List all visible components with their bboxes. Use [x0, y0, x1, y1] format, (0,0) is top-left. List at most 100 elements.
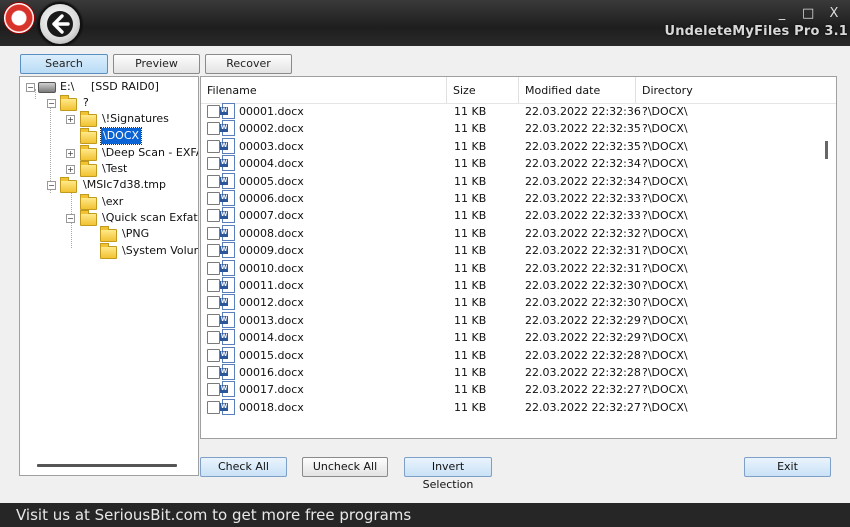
- row-checkbox[interactable]: [207, 192, 220, 205]
- word-doc-icon: [220, 224, 235, 241]
- row-checkbox[interactable]: [207, 348, 220, 362]
- column-header-directory[interactable]: Directory: [636, 77, 836, 103]
- tree-item-label: \!Signatures: [102, 112, 169, 125]
- row-checkbox[interactable]: [207, 139, 220, 153]
- word-doc-icon: [220, 311, 235, 328]
- word-doc-icon: [220, 398, 235, 415]
- row-checkbox[interactable]: [207, 244, 220, 258]
- collapse-icon[interactable]: −: [47, 181, 56, 190]
- expand-icon[interactable]: +: [66, 165, 75, 174]
- cell-filename: 00011.docx: [239, 279, 304, 292]
- check-all-button[interactable]: Check All: [200, 457, 287, 477]
- cell-filename: 00018.docx: [239, 400, 304, 414]
- recover-button[interactable]: Recover: [205, 54, 292, 74]
- cell-modified: 22.03.2022 22:32:30: [525, 279, 641, 292]
- cell-filename: 00010.docx: [239, 261, 304, 275]
- cell-filename: 00005.docx: [239, 174, 304, 188]
- row-checkbox[interactable]: [207, 366, 220, 379]
- cell-modified: 22.03.2022 22:32:34: [525, 157, 641, 171]
- app-window: _ □ X UndeleteMyFiles Pro 3.1 Search Pre…: [0, 0, 850, 527]
- row-checkbox[interactable]: [207, 331, 220, 345]
- cell-size: 11 KB: [454, 313, 487, 327]
- table-row[interactable]: 00001.docx 11 KB 22.03.2022 22:32:36?\DOCX…: [201, 103, 821, 120]
- table-row[interactable]: 00015.docx 11 KB 22.03.2022 22:32:28?\DOCX…: [201, 346, 821, 364]
- table-row[interactable]: 00005.docx 11 KB 22.03.2022 22:32:34?\DOCX…: [201, 172, 821, 190]
- row-checkbox[interactable]: [207, 279, 220, 292]
- word-doc-icon: [220, 207, 235, 224]
- maximize-button[interactable]: □: [802, 6, 814, 21]
- search-button[interactable]: Search: [20, 54, 108, 74]
- close-button[interactable]: X: [828, 6, 840, 21]
- table-row[interactable]: 00003.docx 11 KB 22.03.2022 22:32:35?\DOCX…: [201, 137, 821, 155]
- cell-size: 11 KB: [454, 244, 487, 258]
- folder-icon: [80, 210, 97, 226]
- tree-item-label: \exr: [102, 195, 124, 208]
- row-checkbox[interactable]: [207, 209, 220, 223]
- row-checkbox[interactable]: [207, 400, 220, 414]
- row-checkbox[interactable]: [207, 261, 220, 275]
- table-row[interactable]: 00009.docx 11 KB 22.03.2022 22:32:31?\DOCX…: [201, 242, 821, 259]
- tree-item-label: \PNG: [122, 227, 150, 240]
- back-arrow-button[interactable]: [38, 2, 82, 46]
- table-row[interactable]: 00010.docx 11 KB 22.03.2022 22:32:31?\DOCX…: [201, 259, 821, 277]
- tree-horizontal-scrollbar[interactable]: [37, 464, 177, 467]
- table-row[interactable]: 00016.docx 11 KB 22.03.2022 22:32:28?\DOCX…: [201, 364, 821, 381]
- back-arrow-icon: [47, 11, 73, 37]
- uncheck-all-button[interactable]: Uncheck All: [302, 457, 388, 477]
- column-header-filename[interactable]: Filename: [201, 77, 447, 103]
- cell-size: 11 KB: [454, 157, 487, 171]
- column-header-size[interactable]: Size: [447, 77, 519, 103]
- row-checkbox[interactable]: [207, 383, 220, 397]
- word-doc-icon: [220, 277, 235, 293]
- collapse-icon[interactable]: −: [47, 99, 56, 108]
- tree-item-label: \Test: [102, 162, 128, 175]
- table-row[interactable]: 00007.docx 11 KB 22.03.2022 22:32:33?\DOCX…: [201, 207, 821, 224]
- minimize-button[interactable]: _: [776, 6, 788, 21]
- exit-button[interactable]: Exit: [744, 457, 831, 477]
- row-checkbox[interactable]: [207, 296, 220, 310]
- word-doc-icon: [220, 120, 235, 137]
- table-row[interactable]: 00013.docx 11 KB 22.03.2022 22:32:29?\DOCX…: [201, 311, 821, 329]
- row-checkbox[interactable]: [207, 226, 220, 240]
- table-row[interactable]: 00006.docx 11 KB 22.03.2022 22:32:33?\DOCX…: [201, 190, 821, 207]
- expand-icon[interactable]: +: [66, 149, 75, 158]
- folder-tree[interactable]: − E:\ [SSD RAID0] − ? + \!Signatures \DO…: [19, 76, 199, 476]
- column-header-modified[interactable]: Modified date: [519, 77, 636, 103]
- row-checkbox[interactable]: [207, 313, 220, 327]
- tree-item-label: \DOCX: [99, 127, 143, 145]
- cell-size: 11 KB: [454, 383, 487, 397]
- cell-modified: 22.03.2022 22:32:27: [525, 383, 641, 397]
- cell-filename: 00001.docx: [239, 105, 304, 118]
- cell-size: 11 KB: [454, 174, 487, 188]
- table-row[interactable]: 00012.docx 11 KB 22.03.2022 22:32:30?\DOCX…: [201, 294, 821, 311]
- table-row[interactable]: 00004.docx 11 KB 22.03.2022 22:32:34?\DOCX…: [201, 155, 821, 172]
- collapse-icon[interactable]: −: [26, 83, 35, 92]
- table-row[interactable]: 00014.docx 11 KB 22.03.2022 22:32:29?\DOCX…: [201, 329, 821, 346]
- word-doc-icon: [220, 190, 235, 206]
- cell-filename: 00012.docx: [239, 296, 304, 310]
- cell-directory: ?\DOCX\: [642, 105, 688, 118]
- cell-modified: 22.03.2022 22:32:29: [525, 331, 641, 345]
- cell-filename: 00009.docx: [239, 244, 304, 258]
- row-checkbox[interactable]: [207, 157, 220, 171]
- list-vertical-scrollbar[interactable]: [825, 141, 828, 159]
- table-row[interactable]: 00017.docx 11 KB 22.03.2022 22:32:27?\DOCX…: [201, 381, 821, 398]
- table-row[interactable]: 00011.docx 11 KB 22.03.2022 22:32:30?\DOCX…: [201, 277, 821, 294]
- cell-modified: 22.03.2022 22:32:28: [525, 348, 641, 362]
- collapse-icon[interactable]: −: [66, 214, 75, 223]
- word-doc-icon: [220, 381, 235, 398]
- cell-modified: 22.03.2022 22:32:33: [525, 209, 641, 223]
- table-row[interactable]: 00002.docx 11 KB 22.03.2022 22:32:35?\DOCX…: [201, 120, 821, 137]
- cell-modified: 22.03.2022 22:32:33: [525, 192, 641, 205]
- word-doc-icon: [220, 155, 235, 172]
- preview-button[interactable]: Preview: [113, 54, 200, 74]
- row-checkbox[interactable]: [207, 105, 220, 118]
- invert-selection-button[interactable]: Invert Selection: [404, 457, 492, 491]
- file-list[interactable]: Filename Size Modified date Directory 00…: [200, 76, 837, 439]
- expand-icon[interactable]: +: [66, 115, 75, 124]
- table-row[interactable]: 00018.docx 11 KB 22.03.2022 22:32:27?\DOCX…: [201, 398, 821, 416]
- cell-filename: 00003.docx: [239, 139, 304, 153]
- row-checkbox[interactable]: [207, 122, 220, 136]
- table-row[interactable]: 00008.docx 11 KB 22.03.2022 22:32:32?\DOCX…: [201, 224, 821, 242]
- row-checkbox[interactable]: [207, 174, 220, 188]
